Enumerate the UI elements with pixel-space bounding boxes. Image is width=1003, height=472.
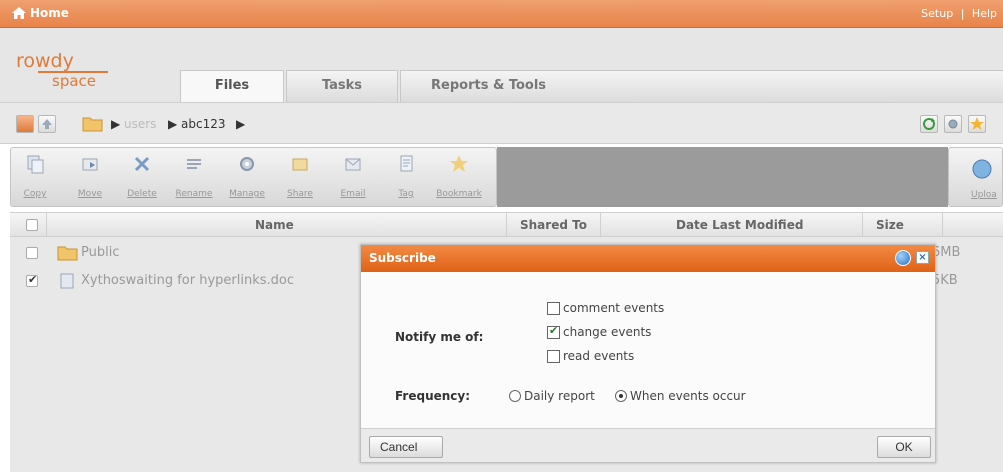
star-icon[interactable] [968, 115, 986, 133]
folder-icon[interactable] [82, 115, 104, 133]
email-button[interactable]: Email [329, 154, 377, 204]
read-events-label: read events [563, 349, 635, 363]
upload-button[interactable]: Uploa [948, 147, 1003, 207]
tag-icon [400, 155, 413, 172]
column-header-size[interactable]: Size [876, 218, 904, 232]
when-events-occur-radio[interactable] [615, 390, 627, 402]
dialog-body: Notify me of: comment events change even… [361, 272, 935, 428]
rename-icon [187, 159, 201, 169]
email-icon [345, 158, 361, 171]
close-icon[interactable]: × [916, 251, 929, 264]
comment-events-label: comment events [563, 301, 665, 315]
top-links: Setup | Help [921, 7, 997, 20]
comment-events-option[interactable]: comment events [547, 301, 664, 315]
change-events-option[interactable]: change events [547, 324, 652, 339]
top-bar: Home Setup | Help [0, 0, 1003, 28]
subscribe-dialog: Subscribe × Notify me of: comment events… [360, 244, 936, 463]
manage-button[interactable]: Manage [223, 154, 271, 204]
bookmark-button[interactable]: Bookmark [435, 154, 483, 204]
delete-button[interactable]: Delete [118, 154, 166, 204]
copy-button[interactable]: Copy [11, 154, 59, 204]
file-toolbar: Copy Move Delete Rename Manage Share Ema… [10, 147, 497, 207]
upload-label: Uploa [971, 190, 997, 200]
frequency-label: Frequency: [395, 389, 471, 403]
home-link[interactable]: Home [12, 6, 69, 20]
dialog-title-text: Subscribe [369, 251, 436, 265]
row-checkbox[interactable] [26, 247, 38, 259]
logo-line2: space [38, 71, 108, 89]
daily-report-label: Daily report [524, 389, 595, 403]
select-all-checkbox[interactable] [26, 219, 38, 231]
logo-line1: rowdy [16, 50, 74, 72]
ok-button[interactable]: OK [877, 436, 931, 458]
column-header-shared-to[interactable]: Shared To [520, 218, 587, 232]
copy-icon [27, 155, 44, 174]
notify-label: Notify me of: [395, 330, 484, 344]
daily-report-radio[interactable] [509, 390, 521, 402]
share-icon [292, 158, 308, 171]
breadcrumb-bar: ▶ users ▶ abc123 ▶ [0, 102, 1003, 144]
main-tabs: Files Tasks Reports & Tools [180, 70, 1003, 102]
home-label: Home [30, 6, 69, 20]
tag-button[interactable]: Tag [382, 154, 430, 204]
file-name[interactable]: Public [81, 245, 119, 260]
move-button[interactable]: Move [66, 154, 114, 204]
tab-tasks[interactable]: Tasks [286, 70, 398, 102]
dialog-title: Subscribe × [361, 245, 935, 272]
setup-link[interactable]: Setup [921, 7, 953, 20]
tab-reports-tools[interactable]: Reports & Tools [400, 70, 1003, 102]
refresh-icon[interactable] [920, 115, 938, 133]
when-events-occur-option[interactable]: When events occur [615, 389, 746, 403]
toolbar-spacer [497, 147, 948, 207]
column-header-date-last-modified[interactable]: Date Last Modified [676, 218, 803, 232]
header: rowdy space Files Tasks Reports & Tools [0, 28, 1003, 102]
help-link[interactable]: Help [972, 7, 997, 20]
file-size: 6MB [932, 245, 961, 260]
cancel-button[interactable]: Cancel [369, 436, 443, 458]
help-globe-icon[interactable] [895, 250, 911, 266]
comment-events-checkbox[interactable] [547, 301, 560, 315]
dialog-footer: Cancel OK [361, 428, 935, 462]
file-table-header: Name Shared To Date Last Modified Size [10, 212, 1003, 237]
gear-icon [240, 157, 254, 171]
top-links-separator: | [960, 7, 965, 20]
delete-icon [134, 156, 150, 172]
breadcrumb-abc123[interactable]: abc123 [181, 117, 225, 131]
daily-report-option[interactable]: Daily report [509, 389, 595, 403]
document-icon [60, 273, 74, 289]
up-folder-icon[interactable] [38, 115, 56, 133]
read-events-checkbox[interactable] [547, 349, 560, 363]
star-icon [450, 155, 468, 172]
rename-button[interactable]: Rename [170, 154, 218, 204]
breadcrumb-separator-icon: ▶ [111, 117, 121, 131]
change-events-checkbox[interactable] [547, 324, 560, 339]
globe-icon [972, 159, 992, 179]
logo[interactable]: rowdy space [16, 52, 108, 89]
column-header-name[interactable]: Name [255, 218, 294, 232]
share-button[interactable]: Share [276, 154, 324, 204]
tab-files[interactable]: Files [180, 70, 284, 102]
breadcrumb-users[interactable]: users [124, 117, 156, 131]
read-events-option[interactable]: read events [547, 349, 634, 363]
when-events-occur-label: When events occur [630, 389, 746, 403]
file-name[interactable]: Xythoswaiting for hyperlinks.doc [81, 273, 294, 288]
settings-icon[interactable] [944, 115, 962, 133]
move-icon [82, 158, 98, 171]
folder-icon [57, 246, 78, 261]
breadcrumb-separator-icon: ▶ [236, 117, 246, 131]
breadcrumb-separator-icon: ▶ [168, 117, 178, 131]
change-events-label: change events [563, 325, 652, 339]
row-checkbox[interactable] [26, 273, 38, 287]
home-icon [12, 7, 26, 19]
collapse-icon[interactable] [16, 115, 34, 133]
